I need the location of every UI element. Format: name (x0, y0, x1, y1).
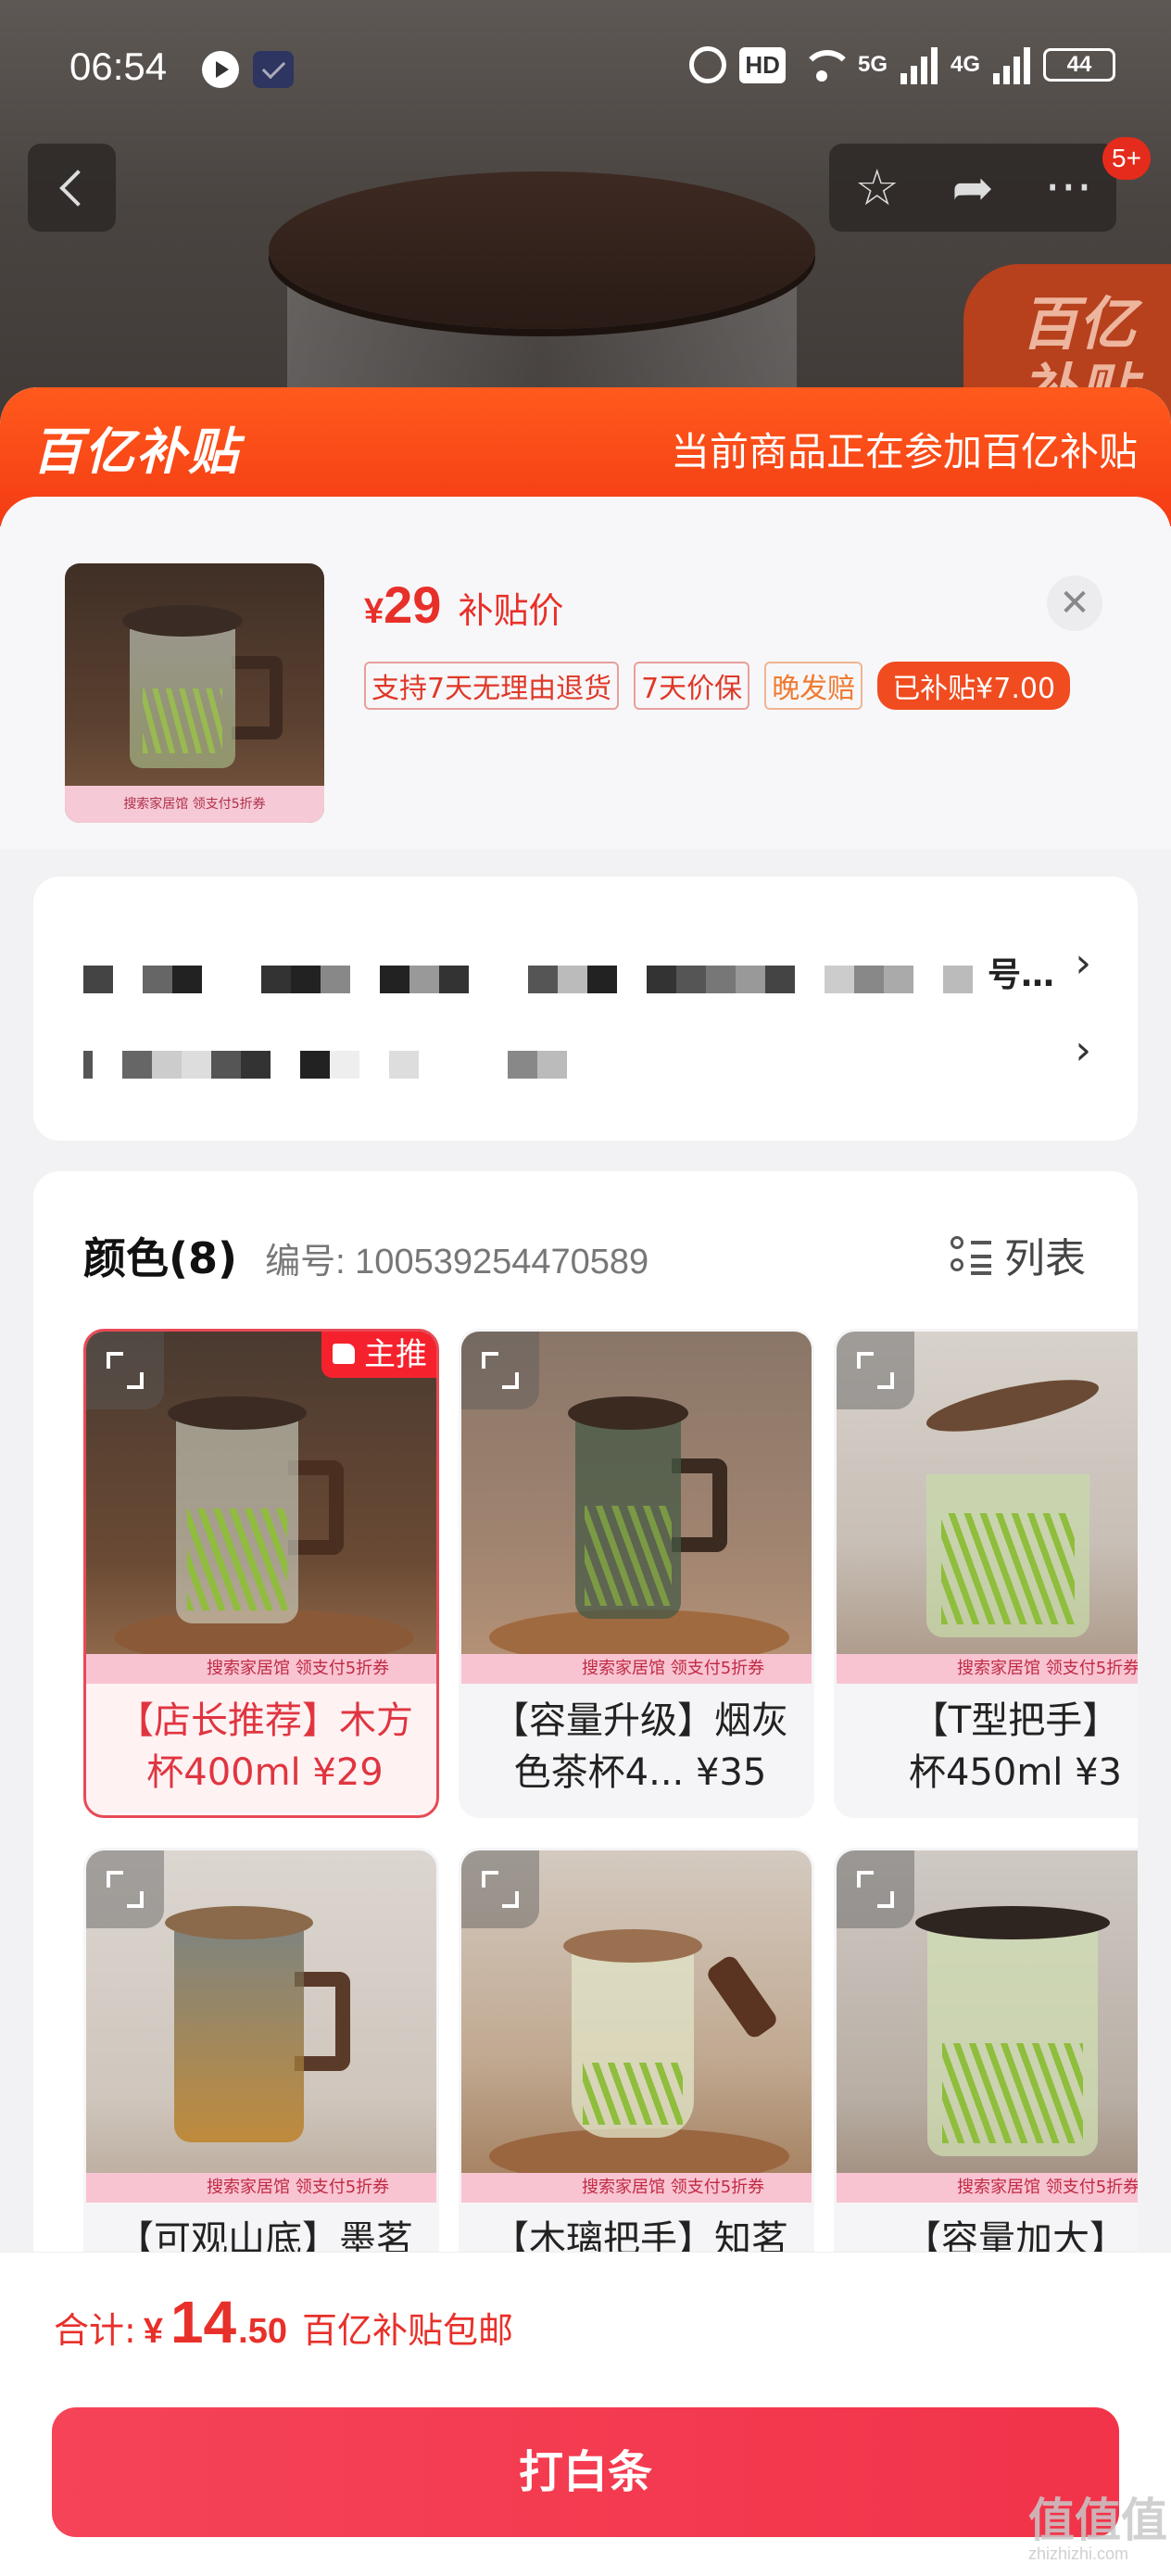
variant-image: 搜索家居馆 领支付5折券 (837, 1850, 1138, 2203)
address-line-blurred (83, 966, 973, 1021)
variant-tile[interactable]: 搜索家居馆 领支付5折券 【容量加大】 (834, 1848, 1138, 2283)
alarm-icon (689, 46, 727, 83)
address-line-ellipsis: 号… (988, 956, 1055, 994)
variant-promo-strip: 搜索家居馆 领支付5折券 (86, 1654, 436, 1684)
status-time: 06:54 (69, 44, 168, 88)
variant-tile[interactable]: 搜索家居馆 领支付5折券 【T型把手】 杯450ml ¥3 (834, 1329, 1138, 1818)
product-code: 编号: 100539254470589 (265, 1243, 649, 1282)
total-currency: ¥ (143, 2312, 163, 2351)
variant-promo-strip: 搜索家居馆 领支付5折券 (461, 2173, 812, 2203)
list-view-toggle[interactable]: 列表 (951, 1225, 1086, 1284)
close-button[interactable]: ✕ (1047, 575, 1102, 631)
variant-tile[interactable]: 搜索家居馆 领支付5折券 【木璃把手】知茗 (459, 1848, 814, 2283)
contact-chevron-icon[interactable]: › (1075, 1027, 1091, 1074)
variant-grid: 搜索家居馆 领支付5折券 主推 【店长推荐】木方杯400ml ¥29 搜索家居馆… (83, 1329, 1138, 2283)
total-label: 合计: (54, 2310, 136, 2351)
contact-line-blurred (83, 1051, 567, 1106)
tea-cup-image (122, 605, 283, 781)
subsidy-logo: 百亿补贴 (32, 423, 240, 481)
variant-promo-strip: 搜索家居馆 领支付5折券 (86, 2173, 436, 2203)
product-summary: 搜索家居馆 领支付5折券 ¥29 补贴价 ✕ 支持7天无理由退货 7天价保 晚发… (0, 497, 1171, 849)
variant-selector-card: 颜色(8) 编号: 100539254470589 列表 搜索家居馆 领支付5折… (33, 1171, 1138, 2283)
list-view-label: 列表 (1004, 1235, 1086, 1282)
tag-late-delivery[interactable]: 晚发赔 (764, 662, 863, 710)
service-tags: 支持7天无理由退货 7天价保 晚发赔 已补贴¥7.00 (364, 662, 1071, 710)
expand-image-icon[interactable] (837, 1850, 914, 1928)
main-recommend-badge: 主推 (321, 1332, 436, 1378)
variant-name: 【T型把手】 杯450ml ¥3 (908, 1699, 1123, 1794)
signal-5g-icon (900, 45, 938, 84)
status-bar: 06:54 HD 5G 4G 44 (0, 0, 1171, 139)
address-chevron-icon[interactable]: › (1075, 940, 1091, 987)
expand-image-icon[interactable] (86, 1850, 164, 1928)
variant-promo-strip: 搜索家居馆 领支付5折券 (837, 1654, 1138, 1684)
variant-tile[interactable]: 搜索家居馆 领支付5折券 【可观山底】墨茗 (83, 1848, 439, 2283)
back-button[interactable] (28, 144, 116, 232)
variant-tile[interactable]: 搜索家居馆 领支付5折券 【容量升级】烟灰色茶杯4... ¥35 (459, 1329, 814, 1818)
variant-promo-strip: 搜索家居馆 领支付5折券 (837, 2173, 1138, 2203)
expand-image-icon[interactable] (86, 1332, 164, 1409)
more-icon[interactable]: ··· (1036, 144, 1101, 232)
variant-image: 搜索家居馆 领支付5折券 (837, 1332, 1138, 1684)
variant-image: 搜索家居馆 领支付5折券 (461, 1332, 812, 1684)
subsidy-banner-text: 当前商品正在参加百亿补贴 (670, 429, 1138, 474)
total-amount: 14 (170, 2289, 237, 2355)
expand-image-icon[interactable] (837, 1332, 914, 1409)
mail-notification-icon (253, 51, 294, 88)
site-watermark: 值值值 zhizhizhi.com (1028, 2494, 1167, 2563)
hd-icon: HD (739, 46, 786, 83)
battery-icon: 44 (1043, 48, 1115, 82)
network-5g-label: 5G (857, 52, 888, 77)
checkout-bar: 打白条 (0, 2391, 1171, 2576)
variant-image: 搜索家居馆 领支付5折券 (461, 1850, 812, 2203)
product-thumbnail[interactable]: 搜索家居馆 领支付5折券 (65, 563, 324, 823)
signal-4g-icon (993, 45, 1030, 84)
price-row: ¥29 补贴价 (364, 575, 563, 635)
variant-title: 颜色(8) (83, 1233, 238, 1283)
variant-image: 搜索家居馆 领支付5折券 (86, 1332, 436, 1684)
shipping-note: 百亿补贴包邮 (301, 2310, 513, 2351)
order-total-bar: 合计: ¥ 14 .50 百亿补贴包邮 (0, 2252, 1171, 2391)
order-total: 合计: ¥ 14 .50 百亿补贴包邮 (54, 2288, 513, 2356)
address-card[interactable]: 号… › › (33, 877, 1138, 1141)
tag-7day-return[interactable]: 支持7天无理由退货 (364, 662, 620, 710)
share-icon[interactable]: ➦ (940, 144, 1005, 232)
variant-header: 颜色(8) 编号: 100539254470589 (83, 1225, 648, 1286)
variant-name: 【容量升级】烟灰色茶杯4... ¥35 (492, 1699, 788, 1794)
variant-promo-strip: 搜索家居馆 领支付5折券 (461, 1654, 812, 1684)
variant-tile[interactable]: 搜索家居馆 领支付5折券 主推 【店长推荐】木方杯400ml ¥29 (83, 1329, 439, 1818)
price-label: 补贴价 (458, 590, 564, 631)
expand-image-icon[interactable] (461, 1332, 539, 1409)
subsidy-price: ¥29 (364, 575, 442, 634)
expand-image-icon[interactable] (461, 1850, 539, 1928)
tag-price-protect[interactable]: 7天价保 (634, 662, 750, 710)
message-count-badge: 5+ (1102, 137, 1151, 180)
media-play-icon (202, 51, 239, 88)
favorite-star-icon[interactable]: ☆ (845, 144, 910, 232)
thumbnail-promo-strip: 搜索家居馆 领支付5折券 (65, 786, 324, 823)
list-view-icon (951, 1234, 991, 1275)
variant-name: 【店长推荐】木方杯400ml ¥29 (117, 1699, 413, 1794)
tag-subsidized-amount: 已补贴¥7.00 (877, 662, 1071, 710)
wifi-icon (799, 46, 853, 83)
sku-bottom-sheet: 百亿补贴 当前商品正在参加百亿补贴 搜索家居馆 领支付5折券 ¥29 补贴价 ✕… (0, 387, 1171, 2576)
variant-image: 搜索家居馆 领支付5折券 (86, 1850, 436, 2203)
pay-baitiao-button[interactable]: 打白条 (52, 2407, 1119, 2537)
network-4g-label: 4G (950, 52, 980, 77)
total-amount-decimal: .50 (238, 2312, 287, 2351)
top-actions-group: ☆ ➦ ··· (829, 144, 1116, 232)
